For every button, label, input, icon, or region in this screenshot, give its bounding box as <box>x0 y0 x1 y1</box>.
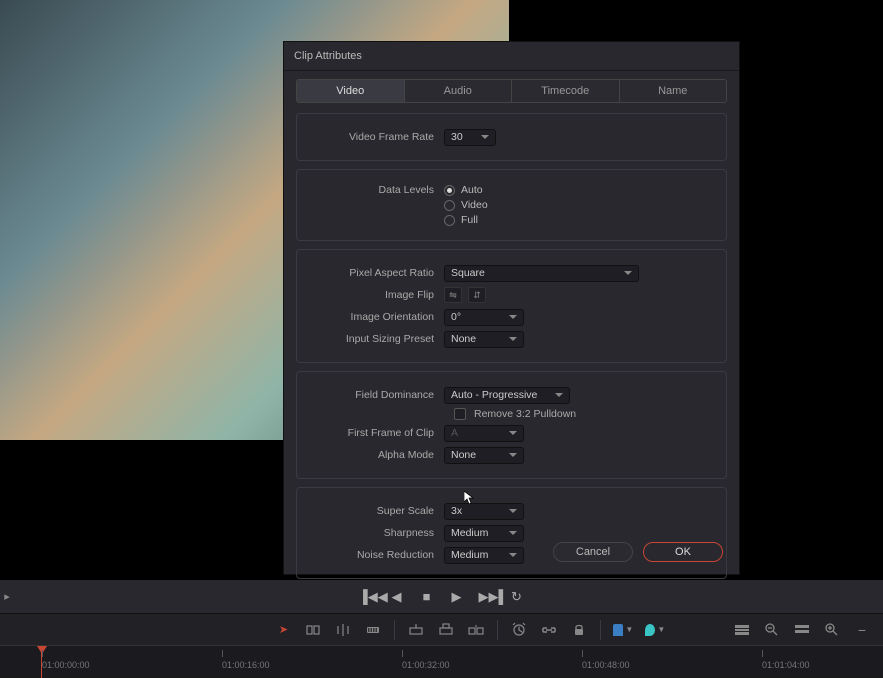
selection-tool[interactable]: ➤ <box>274 621 292 639</box>
stop-button[interactable]: ■ <box>419 589 435 604</box>
last-frame-button[interactable]: ▶▶▌ <box>479 589 495 605</box>
alpha-mode-label: Alpha Mode <box>309 449 444 461</box>
timecode-tick: 01:00:16:00 <box>222 660 270 670</box>
data-levels-label: Data Levels <box>309 184 444 196</box>
flip-horizontal-button[interactable]: ⇋ <box>444 287 462 303</box>
input-sizing-preset-dropdown[interactable]: None <box>444 331 524 348</box>
super-scale-dropdown[interactable]: 3x <box>444 503 524 520</box>
retime-button[interactable] <box>510 621 528 639</box>
sharpness-dropdown[interactable]: Medium <box>444 525 524 542</box>
field-dominance-dropdown[interactable]: Auto - Progressive <box>444 387 570 404</box>
image-orientation-label: Image Orientation <box>309 311 444 323</box>
cancel-button[interactable]: Cancel <box>553 542 633 562</box>
data-levels-radio-group: Auto Video Full <box>444 184 488 226</box>
section-data-levels: Data Levels Auto Video Full <box>296 169 727 241</box>
color-marker-button[interactable]: ▼ <box>645 624 665 636</box>
remove-pulldown-checkbox[interactable] <box>454 408 466 420</box>
input-sizing-preset-label: Input Sizing Preset <box>309 333 444 345</box>
play-button[interactable]: ▶ <box>449 589 465 605</box>
data-levels-video[interactable]: Video <box>444 199 488 211</box>
first-frame-label: First Frame of Clip <box>309 427 444 439</box>
first-frame-dropdown: A <box>444 425 524 442</box>
data-levels-auto[interactable]: Auto <box>444 184 488 196</box>
pixel-aspect-ratio-dropdown[interactable]: Square <box>444 265 639 282</box>
video-frame-rate-dropdown[interactable]: 30 <box>444 129 496 146</box>
timeline-ruler[interactable]: 01:00:00:00 01:00:16:00 01:00:32:00 01:0… <box>0 645 883 677</box>
timecode-tick: 01:00:00:00 <box>42 660 90 670</box>
super-scale-label: Super Scale <box>309 505 444 517</box>
noise-reduction-dropdown[interactable]: Medium <box>444 547 524 564</box>
ok-button[interactable]: OK <box>643 542 723 562</box>
radio-icon <box>444 185 455 196</box>
prev-frame-button[interactable]: ◀ <box>389 589 405 605</box>
loop-button[interactable]: ↻ <box>509 589 525 605</box>
dynamic-trim-tool[interactable] <box>334 621 352 639</box>
replace-clip-button[interactable] <box>467 621 485 639</box>
noise-reduction-label: Noise Reduction <box>309 549 444 561</box>
blade-tool[interactable] <box>364 621 382 639</box>
lock-button[interactable] <box>570 621 588 639</box>
timecode-tick: 01:00:32:00 <box>402 660 450 670</box>
radio-icon <box>444 200 455 211</box>
section-field: Field Dominance Auto - Progressive Remov… <box>296 371 727 479</box>
tab-audio[interactable]: Audio <box>405 80 513 102</box>
panel-toggle-button[interactable]: ▸ <box>0 580 14 613</box>
insert-clip-button[interactable] <box>407 621 425 639</box>
flag-icon <box>613 624 623 636</box>
trim-tool[interactable] <box>304 621 322 639</box>
transport-bar: ▸ ▐◀◀ ◀ ■ ▶ ▶▶▌ ↻ <box>0 580 883 613</box>
data-levels-full[interactable]: Full <box>444 214 488 226</box>
remove-pulldown-label: Remove 3:2 Pulldown <box>474 408 576 420</box>
dialog-tabs: Video Audio Timecode Name <box>296 79 727 103</box>
marker-icon <box>645 624 655 636</box>
zoom-minus-button[interactable]: − <box>853 621 871 639</box>
zoom-in-button[interactable] <box>823 621 841 639</box>
pixel-aspect-ratio-label: Pixel Aspect Ratio <box>309 267 444 279</box>
video-frame-rate-label: Video Frame Rate <box>309 131 444 143</box>
timeline-view-button[interactable] <box>733 621 751 639</box>
timecode-tick: 01:01:04:00 <box>762 660 810 670</box>
zoom-out-button[interactable] <box>763 621 781 639</box>
sharpness-label: Sharpness <box>309 527 444 539</box>
section-superscale: Super Scale 3x Sharpness Medium Noise Re… <box>296 487 727 579</box>
flag-marker-button[interactable]: ▼ <box>613 624 633 636</box>
image-orientation-dropdown[interactable]: 0° <box>444 309 524 326</box>
edit-toolbar: ➤ ▼ ▼ − <box>0 613 883 645</box>
flip-vertical-button[interactable]: ⇵ <box>468 287 486 303</box>
timecode-tick: 01:00:48:00 <box>582 660 630 670</box>
tab-timecode[interactable]: Timecode <box>512 80 620 102</box>
alpha-mode-dropdown[interactable]: None <box>444 447 524 464</box>
field-dominance-label: Field Dominance <box>309 389 444 401</box>
link-button[interactable] <box>540 621 558 639</box>
dialog-title: Clip Attributes <box>284 42 739 71</box>
overwrite-clip-button[interactable] <box>437 621 455 639</box>
radio-icon <box>444 215 455 226</box>
tab-name[interactable]: Name <box>620 80 727 102</box>
tab-video[interactable]: Video <box>297 80 405 102</box>
clip-attributes-dialog: Clip Attributes Video Audio Timecode Nam… <box>283 41 740 575</box>
first-frame-button[interactable]: ▐◀◀ <box>359 589 375 605</box>
image-flip-label: Image Flip <box>309 289 444 301</box>
zoom-options-button[interactable] <box>793 621 811 639</box>
section-framerate: Video Frame Rate 30 <box>296 113 727 161</box>
section-aspect: Pixel Aspect Ratio Square Image Flip ⇋ ⇵… <box>296 249 727 363</box>
